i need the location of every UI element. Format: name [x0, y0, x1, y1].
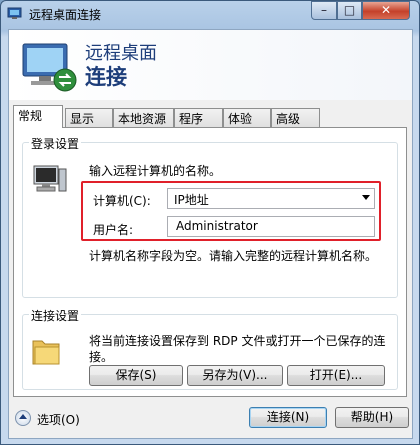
computer-icon [33, 165, 67, 192]
connection-settings-label: 连接设置 [29, 307, 82, 324]
banner-title-line2: 连接 [85, 65, 127, 89]
rdp-app-icon [7, 7, 22, 19]
empty-computer-notice: 计算机名称字段为空。请输入完整的远程计算机名称。 [89, 249, 378, 263]
tab-display[interactable]: 显示 [65, 108, 113, 127]
connection-settings-group: 连接设置 将当前连接设置保存到 RDP 文件或打开一个已保存的连接。 保存(S)… [22, 307, 398, 390]
rdp-window: 远程桌面连接 – □ ✕ 远程桌面 连接 常规 显示 本地资源 程序 体验 高级 [0, 0, 420, 445]
banner: 远程桌面 连接 [9, 30, 412, 100]
maximize-button[interactable]: □ [337, 1, 362, 20]
tab-advanced[interactable]: 高级 [271, 108, 320, 127]
username-label: 用户名: [93, 223, 134, 237]
general-tab-panel: 登录设置 输入远程计算机的名称。 计算机(C): IP地址 用户名: Admin… [13, 127, 407, 397]
folder-icon [32, 340, 60, 365]
save-as-button[interactable]: 另存为(V)... [187, 365, 283, 386]
username-field[interactable]: Administrator [167, 216, 375, 237]
tab-experience[interactable]: 体验 [223, 108, 271, 127]
login-settings-group: 登录设置 输入远程计算机的名称。 计算机(C): IP地址 用户名: Admin… [22, 135, 398, 298]
save-button[interactable]: 保存(S) [89, 365, 183, 386]
login-settings-label: 登录设置 [29, 135, 82, 152]
window-title: 远程桌面连接 [29, 8, 102, 22]
help-button[interactable]: 帮助(H) [335, 407, 409, 428]
dialog-client: 远程桌面 连接 常规 显示 本地资源 程序 体验 高级 登录设置 输入远程计算机 [8, 29, 413, 439]
open-button[interactable]: 打开(E)... [287, 365, 385, 386]
dropdown-arrow-icon[interactable] [362, 195, 370, 200]
chevron-up-icon [19, 414, 27, 419]
tab-programs[interactable]: 程序 [174, 108, 223, 127]
options-label: 选项(O) [37, 413, 80, 427]
close-button[interactable]: ✕ [362, 1, 410, 20]
computer-name-hint: 输入远程计算机的名称。 [89, 164, 222, 178]
computer-value: IP地址 [174, 193, 209, 207]
computer-label: 计算机(C): [93, 194, 151, 208]
title-bar[interactable]: 远程桌面连接 – □ ✕ [1, 1, 419, 27]
computer-combobox[interactable]: IP地址 [167, 188, 375, 209]
tab-general[interactable]: 常规 [13, 105, 63, 128]
rdp-banner-icon [22, 43, 77, 92]
tab-local-resources[interactable]: 本地资源 [113, 108, 174, 127]
connection-settings-description: 将当前连接设置保存到 RDP 文件或打开一个已保存的连接。 [89, 334, 386, 364]
minimize-button[interactable]: – [311, 1, 337, 20]
connect-button[interactable]: 连接(N) [249, 407, 327, 428]
